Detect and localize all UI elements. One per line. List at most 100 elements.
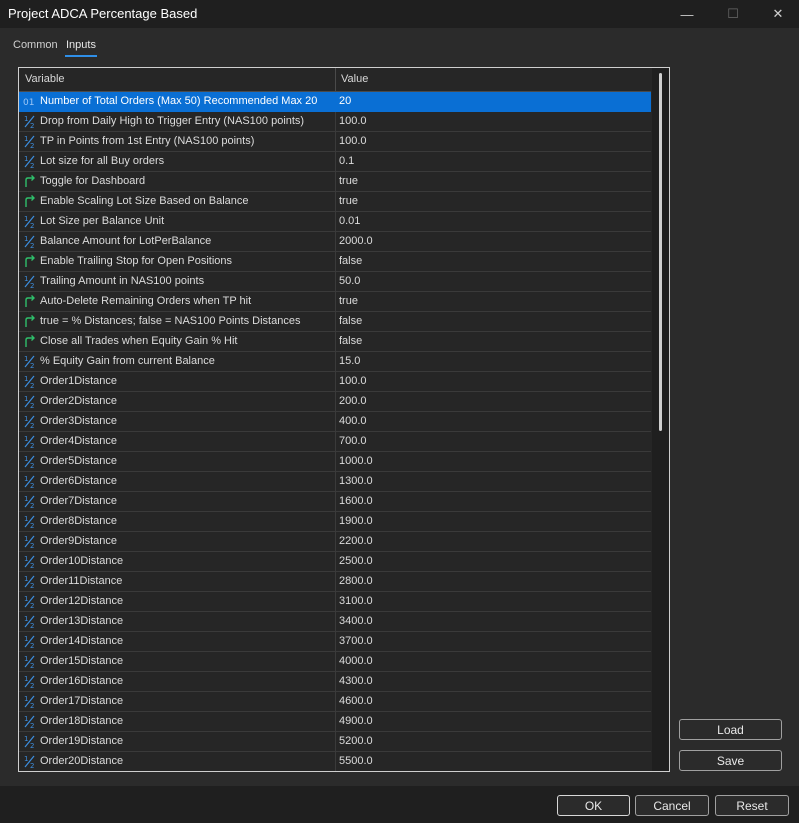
- column-header-value[interactable]: Value: [341, 73, 368, 85]
- variable-value[interactable]: 100.0: [339, 135, 367, 147]
- variable-value[interactable]: false: [339, 315, 362, 327]
- variable-value[interactable]: 2200.0: [339, 535, 373, 547]
- table-row[interactable]: 1 2 Order3Distance 400.0: [19, 412, 651, 432]
- variable-value[interactable]: true: [339, 295, 358, 307]
- table-row[interactable]: 1 2 Order14Distance 3700.0: [19, 632, 651, 652]
- variable-value[interactable]: 2500.0: [339, 555, 373, 567]
- variable-value[interactable]: true: [339, 195, 358, 207]
- cell-divider: [335, 632, 336, 652]
- cell-divider: [335, 92, 336, 112]
- table-row[interactable]: 1 2 Lot Size per Balance Unit 0.01: [19, 212, 651, 232]
- svg-text:2: 2: [30, 562, 34, 569]
- variable-value[interactable]: 200.0: [339, 395, 367, 407]
- variable-value[interactable]: 20: [339, 95, 351, 107]
- reset-button[interactable]: Reset: [715, 795, 789, 816]
- table-row[interactable]: 1 2 Order7Distance 1600.0: [19, 492, 651, 512]
- table-row[interactable]: 1 2 Order6Distance 1300.0: [19, 472, 651, 492]
- scrollbar-thumb[interactable]: [659, 73, 662, 431]
- variable-value[interactable]: 1000.0: [339, 455, 373, 467]
- variable-value[interactable]: 4000.0: [339, 655, 373, 667]
- tab-inputs[interactable]: Inputs: [65, 39, 97, 57]
- variable-value[interactable]: 400.0: [339, 415, 367, 427]
- table-row[interactable]: 1 2 Order19Distance 5200.0: [19, 732, 651, 752]
- variable-value[interactable]: 1900.0: [339, 515, 373, 527]
- table-row[interactable]: 01 Number of Total Orders (Max 50) Recomm…: [19, 92, 651, 112]
- table-row[interactable]: 1 2 Order2Distance 200.0: [19, 392, 651, 412]
- table-row[interactable]: 1 2 Order11Distance 2800.0: [19, 572, 651, 592]
- table-row[interactable]: 1 2 Order15Distance 4000.0: [19, 652, 651, 672]
- bool-arrow-icon: [25, 315, 35, 327]
- column-header-variable[interactable]: Variable: [25, 73, 65, 85]
- variable-value[interactable]: 2800.0: [339, 575, 373, 587]
- minimize-icon[interactable]: —: [664, 0, 710, 28]
- variable-value[interactable]: 4300.0: [339, 675, 373, 687]
- variable-value[interactable]: 3100.0: [339, 595, 373, 607]
- table-row[interactable]: 1 2 Balance Amount for LotPerBalance 2000.0: [19, 232, 651, 252]
- cell-divider: [335, 672, 336, 692]
- variable-value[interactable]: 50.0: [339, 275, 360, 287]
- ok-button[interactable]: OK: [557, 795, 630, 816]
- variable-value[interactable]: 0.01: [339, 215, 360, 227]
- table-row[interactable]: 1 2 Order8Distance 1900.0: [19, 512, 651, 532]
- svg-text:2: 2: [30, 422, 34, 429]
- variable-value[interactable]: false: [339, 255, 362, 267]
- table-row[interactable]: Auto-Delete Remaining Orders when TP hit…: [19, 292, 651, 312]
- variable-value[interactable]: 1300.0: [339, 475, 373, 487]
- variable-value[interactable]: 5500.0: [339, 755, 373, 767]
- table-row[interactable]: 1 2 Order5Distance 1000.0: [19, 452, 651, 472]
- table-row[interactable]: Enable Scaling Lot Size Based on Balance…: [19, 192, 651, 212]
- grid-header: Variable Value: [19, 68, 651, 92]
- variable-value[interactable]: 100.0: [339, 115, 367, 127]
- table-row[interactable]: 1 2 Order10Distance 2500.0: [19, 552, 651, 572]
- svg-text:2: 2: [30, 362, 34, 369]
- variable-value[interactable]: false: [339, 335, 362, 347]
- variable-name: Order14Distance: [40, 635, 124, 647]
- cancel-button[interactable]: Cancel: [635, 795, 709, 816]
- table-row[interactable]: 1 2 Order12Distance 3100.0: [19, 592, 651, 612]
- table-row[interactable]: Toggle for Dashboard true: [19, 172, 651, 192]
- table-row[interactable]: 1 2 Order1Distance 100.0: [19, 372, 651, 392]
- fraction-icon: 12: [24, 595, 34, 609]
- table-row[interactable]: true = % Distances; false = NAS100 Point…: [19, 312, 651, 332]
- variable-value[interactable]: 15.0: [339, 355, 360, 367]
- table-row[interactable]: 1 2 Order17Distance 4600.0: [19, 692, 651, 712]
- table-row[interactable]: 1 2 Trailing Amount in NAS100 points 50.0: [19, 272, 651, 292]
- variable-value[interactable]: 700.0: [339, 435, 367, 447]
- variable-value[interactable]: 3400.0: [339, 615, 373, 627]
- vertical-scrollbar[interactable]: [652, 68, 669, 771]
- table-row[interactable]: 1 2 Order13Distance 3400.0: [19, 612, 651, 632]
- variable-name: Order19Distance: [40, 735, 124, 747]
- variable-value[interactable]: 100.0: [339, 375, 367, 387]
- table-row[interactable]: 1 2 Order16Distance 4300.0: [19, 672, 651, 692]
- close-icon[interactable]: ✕: [755, 0, 799, 28]
- table-row[interactable]: 1 2 Order20Distance 5500.0: [19, 752, 651, 771]
- variable-value[interactable]: 3700.0: [339, 635, 373, 647]
- maximize-icon[interactable]: ☐: [710, 0, 756, 28]
- table-row[interactable]: 1 2 TP in Points from 1st Entry (NAS100 po…: [19, 132, 651, 152]
- column-divider[interactable]: [335, 68, 336, 92]
- variable-value[interactable]: 1600.0: [339, 495, 373, 507]
- table-row[interactable]: 1 2 % Equity Gain from current Balance 15.0: [19, 352, 651, 372]
- variable-value[interactable]: 4900.0: [339, 715, 373, 727]
- tab-common[interactable]: Common: [13, 39, 58, 51]
- table-row[interactable]: 1 2 Order18Distance 4900.0: [19, 712, 651, 732]
- table-row[interactable]: Enable Trailing Stop for Open Positions f…: [19, 252, 651, 272]
- variable-value[interactable]: 5200.0: [339, 735, 373, 747]
- variable-name: TP in Points from 1st Entry (NAS100 poin…: [40, 135, 255, 147]
- table-row[interactable]: 1 2 Order4Distance 700.0: [19, 432, 651, 452]
- variable-name: Order5Distance: [40, 455, 118, 467]
- save-button[interactable]: Save: [679, 750, 782, 771]
- svg-text:1: 1: [24, 155, 28, 163]
- variable-value[interactable]: 0.1: [339, 155, 354, 167]
- variable-value[interactable]: true: [339, 175, 358, 187]
- fraction-icon: 12: [24, 435, 34, 449]
- table-row[interactable]: Close all Trades when Equity Gain % Hit f…: [19, 332, 651, 352]
- svg-text:2: 2: [30, 142, 34, 149]
- variable-value[interactable]: 4600.0: [339, 695, 373, 707]
- variable-value[interactable]: 2000.0: [339, 235, 373, 247]
- table-row[interactable]: 1 2 Lot size for all Buy orders 0.1: [19, 152, 651, 172]
- table-row[interactable]: 1 2 Order9Distance 2200.0: [19, 532, 651, 552]
- table-row[interactable]: 1 2 Drop from Daily High to Trigger Entry …: [19, 112, 651, 132]
- cell-divider: [335, 472, 336, 492]
- load-button[interactable]: Load: [679, 719, 782, 740]
